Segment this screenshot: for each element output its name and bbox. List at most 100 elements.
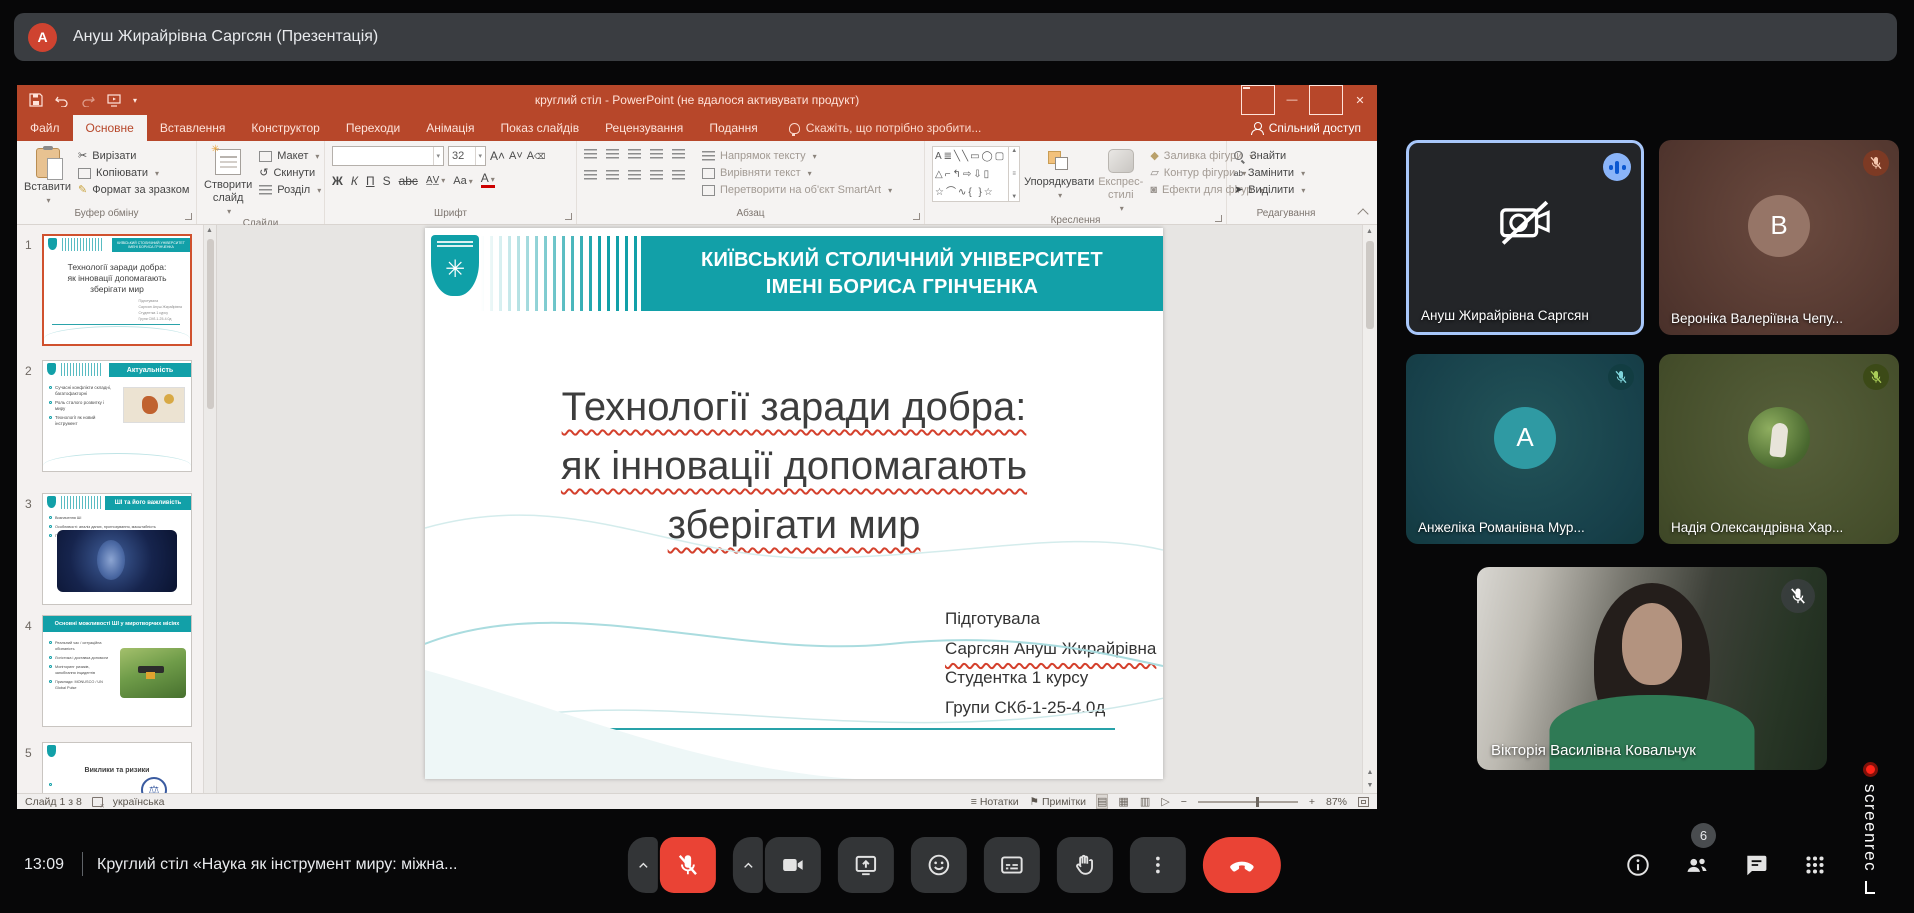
bullets-icon[interactable]: [584, 149, 597, 161]
slide-scrollbar[interactable]: ▲ ▲ ▼: [1362, 225, 1377, 793]
slideshow-icon[interactable]: [107, 93, 121, 107]
align-left-icon[interactable]: [584, 170, 597, 182]
thumbnails-scrollbar[interactable]: ▲: [203, 225, 216, 793]
layout-button[interactable]: Макет▾: [259, 150, 321, 163]
slide-thumbnail-4[interactable]: Основні можливості ШІ у миротворчих місі…: [42, 615, 192, 727]
italic-button[interactable]: К: [351, 174, 358, 188]
format-painter-button[interactable]: ✎Формат за зразком: [78, 184, 189, 197]
activities-button[interactable]: [1802, 852, 1828, 878]
current-slide[interactable]: ✳ КИЇВСЬКИЙ СТОЛИЧНИЙ УНІВЕРСИТЕТ ІМЕНІ …: [425, 228, 1163, 779]
present-button[interactable]: [838, 837, 894, 893]
chat-button[interactable]: [1743, 852, 1769, 878]
new-slide-button[interactable]: Створити слайд▾: [204, 146, 252, 218]
maximize-button[interactable]: [1309, 85, 1343, 115]
clipboard-dialog-launcher[interactable]: [185, 213, 192, 220]
qat-customize-icon[interactable]: ▾: [133, 96, 137, 105]
cut-button[interactable]: ✂Вирізати: [78, 150, 189, 163]
zoom-level[interactable]: 87%: [1326, 796, 1347, 808]
notes-toggle[interactable]: ≡ Нотатки: [971, 796, 1019, 808]
select-button[interactable]: ➤Виділити▾: [1234, 184, 1305, 197]
raise-hand-button[interactable]: [1057, 837, 1113, 893]
slide-thumbnail-5[interactable]: Виклики та ризики ⚖: [42, 742, 192, 793]
numbering-icon[interactable]: [606, 149, 619, 161]
participant-tile-anzhelika[interactable]: А Анжеліка Романівна Мур...: [1406, 354, 1644, 544]
increase-indent-icon[interactable]: [650, 149, 663, 161]
tab-home[interactable]: Основне: [73, 115, 147, 141]
slide-thumbnails-panel[interactable]: 1 КИЇВСЬКИЙ СТОЛИЧНИЙ УНІВЕРСИТЕТ ІМЕНІ …: [17, 225, 217, 793]
align-right-icon[interactable]: [628, 170, 641, 182]
scroll-up-arrow[interactable]: ▲: [206, 227, 213, 234]
replace-button[interactable]: abЗамінити▾: [1234, 167, 1305, 180]
mic-button-muted[interactable]: [660, 837, 716, 893]
text-direction-button[interactable]: Напрямок тексту▾: [702, 150, 892, 163]
language-indicator[interactable]: українська: [113, 796, 165, 808]
share-button[interactable]: Спільний доступ: [1251, 115, 1377, 141]
slide-thumbnail-1[interactable]: КИЇВСЬКИЙ СТОЛИЧНИЙ УНІВЕРСИТЕТ ІМЕНІ БО…: [42, 234, 192, 346]
powerpoint-titlebar[interactable]: ▾ круглий стіл - PowerPoint (не вдалося …: [17, 85, 1377, 115]
participant-tile-veronika[interactable]: В Вероніка Валеріївна Чепу...: [1659, 140, 1899, 335]
tab-slideshow[interactable]: Показ слайдів: [487, 115, 592, 141]
zoom-out-button[interactable]: −: [1181, 796, 1187, 808]
decrease-indent-icon[interactable]: [628, 149, 641, 161]
section-button[interactable]: Розділ▾: [259, 184, 321, 197]
shrink-font-button[interactable]: А˅: [509, 150, 523, 162]
slide-thumbnail-2[interactable]: Актуальність Сучасні конфлікти складні, …: [42, 360, 192, 472]
more-options-button[interactable]: [1130, 837, 1186, 893]
shapes-gallery[interactable]: A≣╲╲▭◯▢△⌐↰⇨⇩▯☆⌒∿{ }☆ ▲≡▼: [932, 146, 1020, 202]
reset-button[interactable]: ↺Скинути: [259, 167, 321, 180]
paste-button[interactable]: Вставити▾: [24, 146, 71, 208]
align-text-button[interactable]: Вирівняти текст▾: [702, 167, 892, 180]
next-slide-button[interactable]: ▼: [1367, 782, 1374, 789]
columns-icon[interactable]: [672, 170, 685, 182]
previous-slide-button[interactable]: ▲: [1367, 769, 1374, 776]
font-name-combo[interactable]: ▾: [332, 146, 444, 166]
slide-thumbnail-3[interactable]: ШІ та його важливість Визначення ШІ Особ…: [42, 493, 192, 605]
change-case-button[interactable]: Aa▾: [453, 175, 472, 187]
underline-button[interactable]: П: [366, 174, 375, 188]
quick-styles-button[interactable]: Експрес-стилі▾: [1098, 146, 1143, 215]
participant-tile-anush[interactable]: Ануш Жирайрівна Саргсян: [1406, 140, 1644, 335]
tab-file[interactable]: Файл: [17, 115, 73, 141]
zoom-slider[interactable]: [1198, 801, 1298, 803]
tell-me-box[interactable]: Скажіть, що потрібно зробити...: [789, 115, 982, 141]
align-center-icon[interactable]: [606, 170, 619, 182]
redo-icon[interactable]: [81, 93, 95, 107]
drawing-dialog-launcher[interactable]: [1215, 215, 1222, 222]
slide-sorter-button[interactable]: ▦: [1118, 795, 1128, 808]
scroll-up-arrow[interactable]: ▲: [1366, 228, 1373, 235]
zoom-in-button[interactable]: +: [1309, 796, 1315, 808]
camera-button[interactable]: [765, 837, 821, 893]
fit-slide-button[interactable]: [1358, 797, 1369, 807]
camera-options-button[interactable]: [733, 837, 763, 893]
tab-transitions[interactable]: Переходи: [333, 115, 413, 141]
end-call-button[interactable]: [1203, 837, 1281, 893]
shapes-scrollbar[interactable]: ▲≡▼: [1008, 147, 1019, 201]
tab-review[interactable]: Рецензування: [592, 115, 696, 141]
undo-icon[interactable]: [55, 93, 69, 107]
copy-button[interactable]: Копіювати▾: [78, 167, 189, 180]
close-button[interactable]: ✕: [1343, 85, 1377, 115]
reactions-button[interactable]: [911, 837, 967, 893]
char-spacing-button[interactable]: A̲V̲▾: [426, 175, 445, 186]
save-icon[interactable]: [29, 93, 43, 107]
font-size-combo[interactable]: 32▾: [448, 146, 486, 166]
captions-button[interactable]: [984, 837, 1040, 893]
justify-icon[interactable]: [650, 170, 663, 182]
tab-animations[interactable]: Анімація: [413, 115, 487, 141]
clear-formatting-button[interactable]: А⌫: [527, 150, 546, 162]
strikethrough-button[interactable]: abc: [399, 174, 418, 188]
ribbon-display-options-button[interactable]: [1241, 85, 1275, 115]
normal-view-button[interactable]: ▤: [1097, 795, 1107, 808]
participant-tile-viktoriia-video[interactable]: Вікторія Василівна Ковальчук: [1477, 567, 1827, 770]
line-spacing-icon[interactable]: [672, 149, 685, 161]
people-button[interactable]: [1684, 852, 1710, 878]
slideshow-button[interactable]: ▷: [1161, 795, 1169, 808]
meeting-details-button[interactable]: [1625, 852, 1651, 878]
tab-design[interactable]: Конструктор: [238, 115, 332, 141]
collapse-ribbon-button[interactable]: [1357, 208, 1368, 219]
comments-toggle[interactable]: ⚑ Примітки: [1030, 796, 1086, 808]
minimize-button[interactable]: —: [1275, 85, 1309, 115]
shadow-button[interactable]: S: [383, 174, 391, 188]
convert-smartart-button[interactable]: Перетворити на об'єкт SmartArt▾: [702, 184, 892, 197]
paragraph-dialog-launcher[interactable]: [913, 213, 920, 220]
